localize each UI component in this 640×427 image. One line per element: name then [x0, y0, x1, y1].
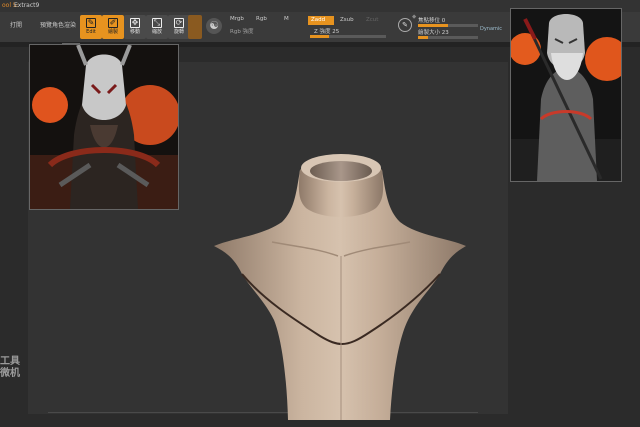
scale-icon: ⤡	[152, 18, 162, 28]
document-title: Extract9	[14, 2, 40, 9]
rotate-tool-button[interactable]: ⟳ 旋轉	[168, 15, 190, 39]
preview-render-button[interactable]: 預覽角色渲染	[40, 18, 76, 34]
reference-image-left	[29, 44, 179, 210]
move-icon: ✥	[130, 18, 140, 28]
draw-size-label: 繪製大小 23	[418, 30, 449, 36]
rgb-intensity-label: Rgb 強度	[230, 29, 254, 35]
reference-image-right	[510, 8, 622, 182]
watermark: 工具 微机	[0, 356, 20, 380]
edit-tool-button[interactable]: ✎ Edit	[80, 15, 102, 39]
rgb-button[interactable]: Rgb	[256, 16, 267, 22]
focal-pin-icon: ◆	[412, 14, 417, 20]
m-button[interactable]: M	[284, 16, 289, 22]
edit-icon: ✎	[86, 18, 96, 28]
zsub-button[interactable]: Zsub	[340, 17, 354, 23]
zcut-button[interactable]: Zcut	[366, 17, 378, 23]
armored-warrior-illustration	[30, 45, 178, 209]
watermark-line2: 微机	[0, 368, 20, 379]
scale-tool-label: 縮放	[151, 29, 162, 35]
neck-bust-sculpt[interactable]	[212, 150, 470, 420]
rotate-icon: ⟳	[174, 18, 184, 28]
watermark-line1: 工具	[0, 356, 20, 367]
gizmo-toggle[interactable]	[188, 15, 202, 39]
mrgb-button[interactable]: Mrgb	[230, 16, 244, 22]
draw-tool-button[interactable]: ✐ 繪製	[102, 15, 124, 39]
rotate-tool-label: 旋轉	[173, 29, 184, 35]
edit-tool-label: Edit	[86, 29, 96, 35]
z-intensity-slider[interactable]	[310, 35, 386, 38]
draw-tool-label: 繪製	[107, 29, 118, 35]
draw-icon: ✐	[108, 18, 118, 28]
focal-shift-slider[interactable]	[418, 24, 478, 27]
scale-tool-button[interactable]: ⤡ 縮放	[146, 15, 168, 39]
move-tool-label: 移動	[129, 29, 140, 35]
draw-size-slider[interactable]	[418, 36, 478, 39]
z-intensity-label: Z 強度 25	[314, 29, 340, 35]
focal-shift-label: 焦點移位 0	[418, 18, 446, 24]
zadd-button[interactable]: Zadd	[308, 16, 334, 25]
open-button[interactable]: 打開	[10, 18, 22, 34]
spiral-icon[interactable]: ☯	[206, 18, 222, 34]
zadd-label: Zadd	[311, 17, 326, 23]
dynamic-button[interactable]: Dynamic	[480, 26, 502, 32]
move-tool-button[interactable]: ✥ 移動	[124, 15, 146, 39]
samurai-warrior-illustration	[511, 14, 621, 181]
brush-icon[interactable]: ✎	[398, 18, 412, 32]
